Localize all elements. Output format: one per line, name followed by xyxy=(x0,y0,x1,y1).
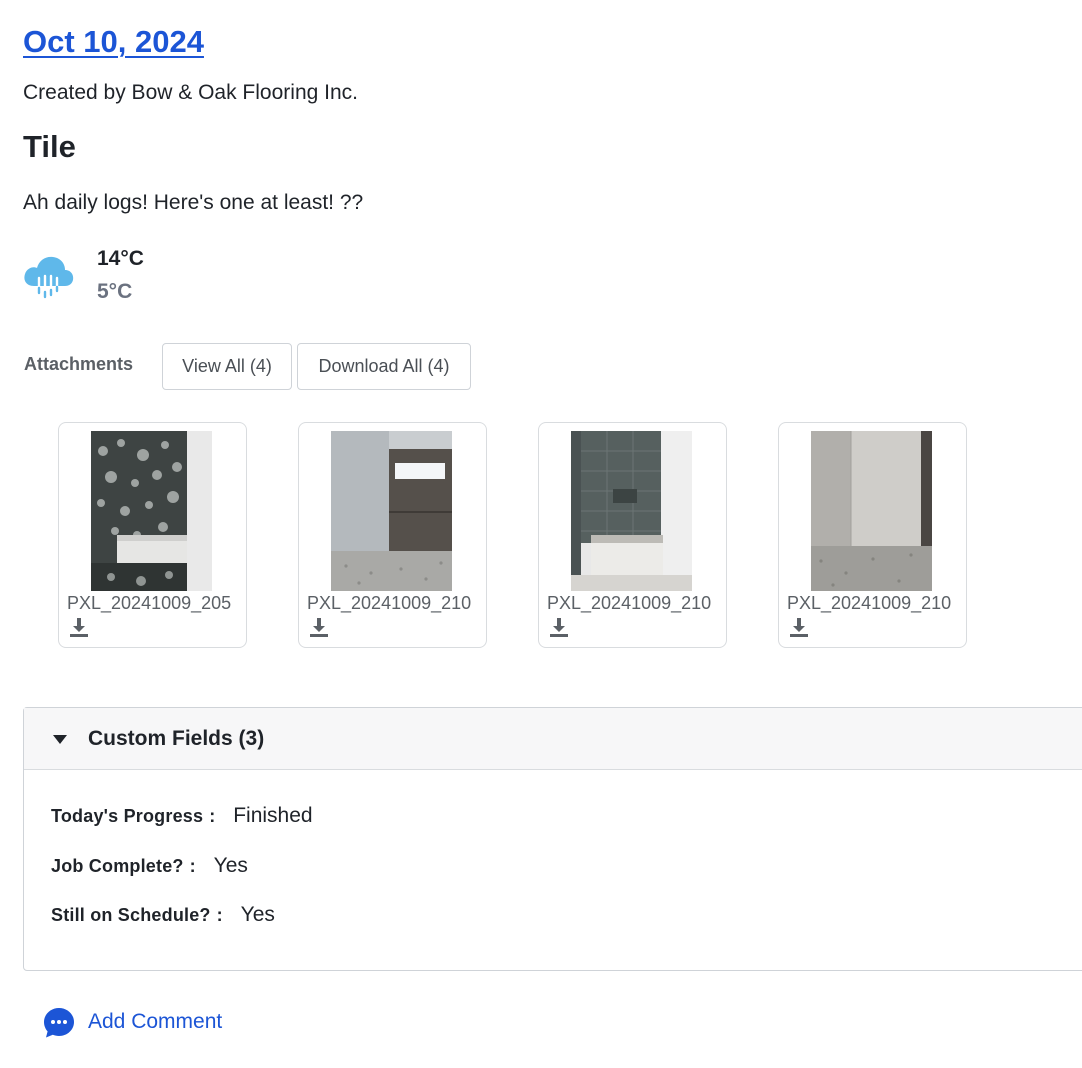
download-all-button[interactable]: Download All (4) xyxy=(297,343,471,390)
attachment-filename: PXL_20241009_210 xyxy=(307,593,472,613)
attachment-card[interactable]: PXL_20241009_210 xyxy=(298,422,487,648)
chat-bubble-icon xyxy=(42,1006,76,1040)
attachments-label: Attachments xyxy=(24,354,134,374)
log-title: Tile xyxy=(23,129,76,164)
custom-field-label: Today's Progress xyxy=(51,806,204,826)
custom-fields-header[interactable]: Custom Fields (3) xyxy=(24,708,1082,770)
attachment-thumbnail[interactable] xyxy=(91,431,212,591)
temperature-low: 5°C xyxy=(97,280,133,303)
custom-field-label: Still on Schedule? xyxy=(51,905,211,925)
created-by-text: Created by Bow & Oak Flooring Inc. xyxy=(23,81,358,104)
attachment-card[interactable]: PXL_20241009_210 xyxy=(538,422,727,648)
log-date-link[interactable]: Oct 10, 2024 xyxy=(23,24,204,60)
attachment-card[interactable]: PXL_20241009_205 xyxy=(58,422,247,648)
attachment-thumbnail[interactable] xyxy=(331,431,452,591)
attachment-card[interactable]: PXL_20241009_210 xyxy=(778,422,967,648)
attachment-filename: PXL_20241009_210 xyxy=(547,593,712,613)
attachment-filename: PXL_20241009_205 xyxy=(67,593,232,613)
custom-fields-panel: Custom Fields (3) Today's Progress: Finis… xyxy=(23,707,1082,971)
custom-field-value: Yes xyxy=(213,854,248,877)
download-icon[interactable] xyxy=(308,616,330,638)
download-icon[interactable] xyxy=(548,616,570,638)
download-icon[interactable] xyxy=(788,616,810,638)
custom-field-value: Yes xyxy=(240,903,275,926)
add-comment-label: Add Comment xyxy=(88,1010,223,1033)
custom-field-row: Today's Progress: Finished xyxy=(51,804,313,828)
rain-cloud-icon xyxy=(22,252,74,300)
label-colon: : xyxy=(216,905,223,925)
label-colon: : xyxy=(209,806,216,826)
custom-fields-title: Custom Fields (3) xyxy=(88,727,265,750)
attachment-filename: PXL_20241009_210 xyxy=(787,593,952,613)
attachment-thumbnail[interactable] xyxy=(571,431,692,591)
attachment-thumbnail[interactable] xyxy=(811,431,932,591)
custom-field-row: Still on Schedule?: Yes xyxy=(51,903,275,927)
label-colon: : xyxy=(189,856,196,876)
custom-field-row: Job Complete?: Yes xyxy=(51,854,248,878)
caret-down-icon[interactable] xyxy=(52,733,68,745)
temperature-high: 14°C xyxy=(97,247,144,270)
custom-field-value: Finished xyxy=(233,804,313,827)
download-icon[interactable] xyxy=(68,616,90,638)
log-notes: Ah daily logs! Here's one at least! ?? xyxy=(23,191,364,214)
custom-field-label: Job Complete? xyxy=(51,856,184,876)
view-all-button[interactable]: View All (4) xyxy=(162,343,292,390)
